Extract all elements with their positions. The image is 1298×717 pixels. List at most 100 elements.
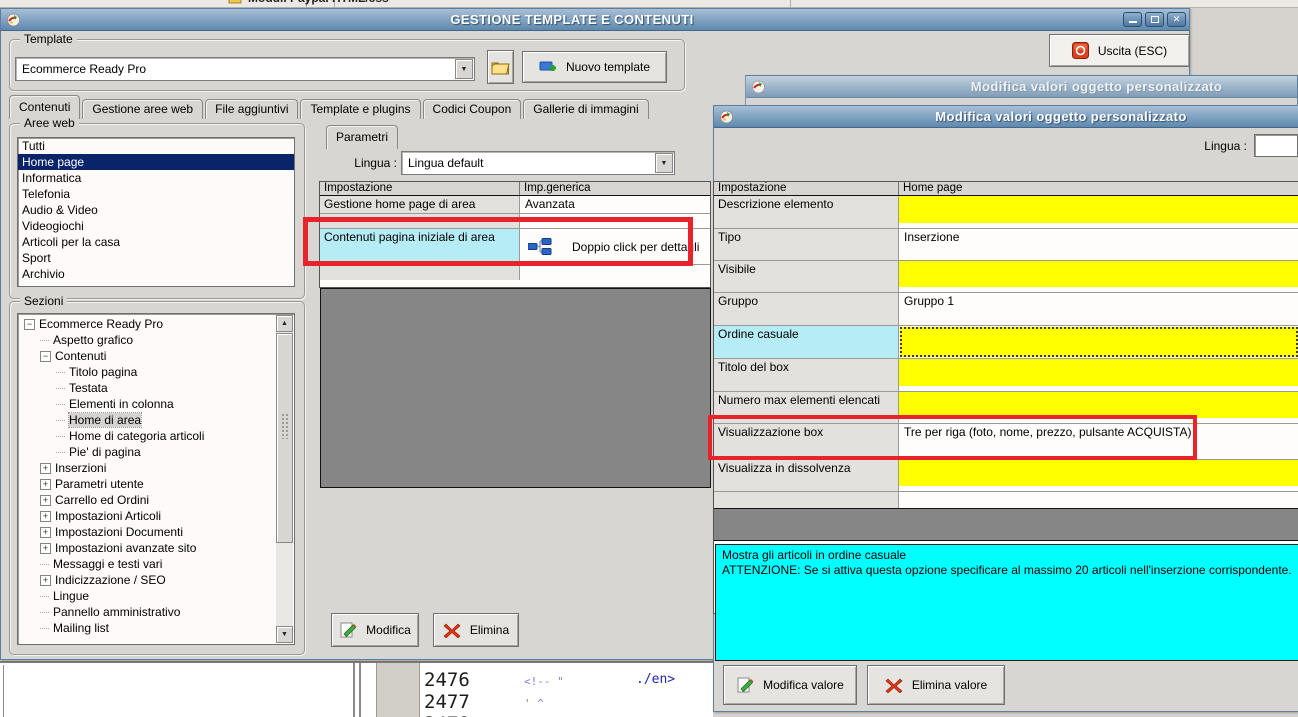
table-row[interactable]: Descrizione elemento bbox=[714, 196, 1298, 229]
tree-item[interactable]: + Carrello ed Ordini bbox=[20, 492, 274, 508]
editor-line: 2478· . bbox=[424, 713, 709, 717]
tree-item[interactable]: + Impostazioni Articoli bbox=[20, 508, 274, 524]
maximize-button[interactable] bbox=[1145, 12, 1164, 27]
modal-titlebar[interactable]: Modifica valori oggetto personalizzato bbox=[714, 106, 1298, 128]
template-combobox[interactable]: Ecommerce Ready Pro ▼ bbox=[15, 57, 475, 81]
tree-item-label: Home di area bbox=[67, 412, 143, 428]
list-item[interactable]: Videogiochi bbox=[18, 218, 294, 234]
folder-icon bbox=[491, 62, 510, 74]
tree-item[interactable]: − Contenuti bbox=[20, 348, 274, 364]
chevron-down-icon[interactable]: ▼ bbox=[455, 59, 473, 79]
chevron-down-icon[interactable]: ▼ bbox=[655, 153, 673, 173]
tree-item[interactable]: Titolo pagina bbox=[20, 364, 274, 380]
table-row[interactable]: Titolo del box bbox=[714, 359, 1298, 392]
expand-icon[interactable]: + bbox=[40, 574, 51, 586]
lingua-combobox[interactable]: Lingua default ▼ bbox=[401, 151, 675, 175]
tree-item[interactable]: Mailing list bbox=[20, 620, 274, 636]
tree-item[interactable]: + Impostazioni avanzate sito bbox=[20, 540, 274, 556]
aree-web-listbox[interactable]: Tutti Home page Informatica Telefonia Audio … bbox=[17, 137, 295, 287]
tree-item[interactable]: − Ecommerce Ready Pro bbox=[20, 316, 274, 332]
open-folder-button[interactable] bbox=[487, 50, 514, 84]
background-window-top: Moduli Paypal HTML/css bbox=[0, 0, 1298, 8]
nuovo-template-button[interactable]: Nuovo template bbox=[522, 51, 667, 83]
tab-codici-coupon[interactable]: Codici Coupon bbox=[422, 99, 522, 119]
tree-item[interactable]: Lingue bbox=[20, 588, 274, 604]
tree-item[interactable]: Testata bbox=[20, 380, 274, 396]
tree-item[interactable]: Home di area bbox=[20, 412, 274, 428]
list-item[interactable]: Tutti bbox=[18, 138, 294, 154]
tab-gallerie-di-immagini[interactable]: Gallerie di immagini bbox=[523, 99, 649, 119]
list-item[interactable]: Sport bbox=[18, 250, 294, 266]
yellow-value-field[interactable] bbox=[899, 196, 1298, 223]
tree-item[interactable]: Home di categoria articoli bbox=[20, 428, 274, 444]
elimina-valore-button[interactable]: Elimina valore bbox=[867, 665, 1005, 705]
list-item[interactable]: Articoli per la casa bbox=[18, 234, 294, 250]
expand-icon[interactable]: + bbox=[40, 542, 51, 554]
scroll-up-icon[interactable]: ▲ bbox=[276, 315, 293, 332]
yellow-value-field[interactable] bbox=[899, 359, 1298, 386]
table-row[interactable]: Visualizza in dissolvenza bbox=[714, 460, 1298, 492]
tree-item[interactable]: Elementi in colonna bbox=[20, 396, 274, 412]
tree-scrollbar[interactable]: ▲ ▼ bbox=[276, 315, 293, 643]
modifica-button[interactable]: Modifica bbox=[331, 613, 419, 647]
collapse-icon[interactable]: − bbox=[40, 350, 51, 362]
expand-icon[interactable]: + bbox=[40, 510, 51, 522]
scroll-down-icon[interactable]: ▼ bbox=[276, 626, 293, 643]
tree-item-label: Pannello amministrativo bbox=[53, 605, 181, 619]
table-row[interactable]: Ordine casuale bbox=[714, 326, 1298, 359]
tree-item-label: Elementi in colonna bbox=[69, 397, 174, 411]
list-item[interactable]: Audio & Video bbox=[18, 202, 294, 218]
expand-icon[interactable]: + bbox=[40, 462, 51, 474]
tree-item[interactable]: + Indicizzazione / SEO bbox=[20, 572, 274, 588]
elimina-button[interactable]: Elimina bbox=[433, 613, 519, 647]
modifica-label: Modifica bbox=[366, 623, 411, 637]
app-icon bbox=[752, 80, 765, 94]
list-item[interactable]: Archivio bbox=[18, 266, 294, 282]
editor-line: 2477 ' ^ bbox=[424, 691, 544, 713]
tab-template-e-plugins[interactable]: Template e plugins bbox=[300, 99, 421, 119]
table-row[interactable]: Gruppo Gruppo 1 bbox=[714, 293, 1298, 326]
tree-item[interactable]: + Impostazioni Documenti bbox=[20, 524, 274, 540]
tree-item[interactable]: + Parametri utente bbox=[20, 476, 274, 492]
scrollbar-thumb[interactable] bbox=[276, 333, 293, 543]
sezioni-tree[interactable]: − Ecommerce Ready Pro Aspetto grafico − Cont… bbox=[17, 313, 295, 645]
main-titlebar[interactable]: GESTIONE TEMPLATE E CONTENUTI ✕ bbox=[1, 9, 1189, 31]
expand-icon[interactable]: + bbox=[40, 526, 51, 538]
close-button[interactable]: ✕ bbox=[1167, 12, 1186, 27]
info-line: ATTENZIONE: Se si attiva questa opzione … bbox=[722, 563, 1292, 577]
tree-item[interactable]: Aspetto grafico bbox=[20, 332, 274, 348]
row-value bbox=[899, 460, 1298, 491]
collapse-icon[interactable]: − bbox=[24, 318, 35, 330]
table-row[interactable]: Tipo Inserzione bbox=[714, 229, 1298, 261]
row-value bbox=[899, 196, 1298, 228]
modal-title: Modifica valori oggetto personalizzato bbox=[935, 109, 1187, 124]
tree-item[interactable]: Pannello amministrativo bbox=[20, 604, 274, 620]
tab-file-aggiuntivi[interactable]: File aggiuntivi bbox=[205, 99, 299, 119]
table-row[interactable]: Visibile bbox=[714, 261, 1298, 293]
modal-lingua-combobox[interactable] bbox=[1254, 134, 1298, 157]
yellow-value-field[interactable] bbox=[899, 261, 1298, 287]
tab-gestione-aree-web[interactable]: Gestione aree web bbox=[82, 99, 204, 119]
tree-item[interactable]: Pie' di pagina bbox=[20, 444, 274, 460]
table-row[interactable]: Gestione home page di area Avanzata bbox=[320, 196, 710, 214]
list-item[interactable]: Telefonia bbox=[18, 186, 294, 202]
yellow-value-field[interactable] bbox=[900, 327, 1298, 357]
modifica-valore-button[interactable]: Modifica valore bbox=[723, 665, 857, 705]
tree-item-label: Home di categoria articoli bbox=[69, 429, 205, 443]
tree-connector bbox=[56, 419, 65, 421]
yellow-value-field[interactable] bbox=[899, 460, 1298, 486]
tree-item[interactable]: Messaggi e testi vari bbox=[20, 556, 274, 572]
expand-icon[interactable]: + bbox=[40, 478, 51, 490]
list-item[interactable]: Informatica bbox=[18, 170, 294, 186]
tree-item-label: Parametri utente bbox=[55, 477, 144, 491]
list-item[interactable]: Home page bbox=[18, 154, 294, 170]
back-modal-titlebar[interactable]: Modifica valori oggetto personalizzato bbox=[746, 76, 1297, 98]
tab-parametri[interactable]: Parametri bbox=[326, 125, 399, 149]
uscita-button[interactable]: Uscita (ESC) bbox=[1049, 34, 1190, 67]
tree-item[interactable]: + Inserzioni bbox=[20, 460, 274, 476]
background-code-editor: 2476<!-- "./en>2477' ^2478· . bbox=[0, 661, 713, 717]
row-value: Inserzione bbox=[899, 229, 1298, 260]
parametri-empty-area bbox=[320, 288, 711, 488]
minimize-button[interactable] bbox=[1123, 12, 1142, 27]
expand-icon[interactable]: + bbox=[40, 494, 51, 506]
